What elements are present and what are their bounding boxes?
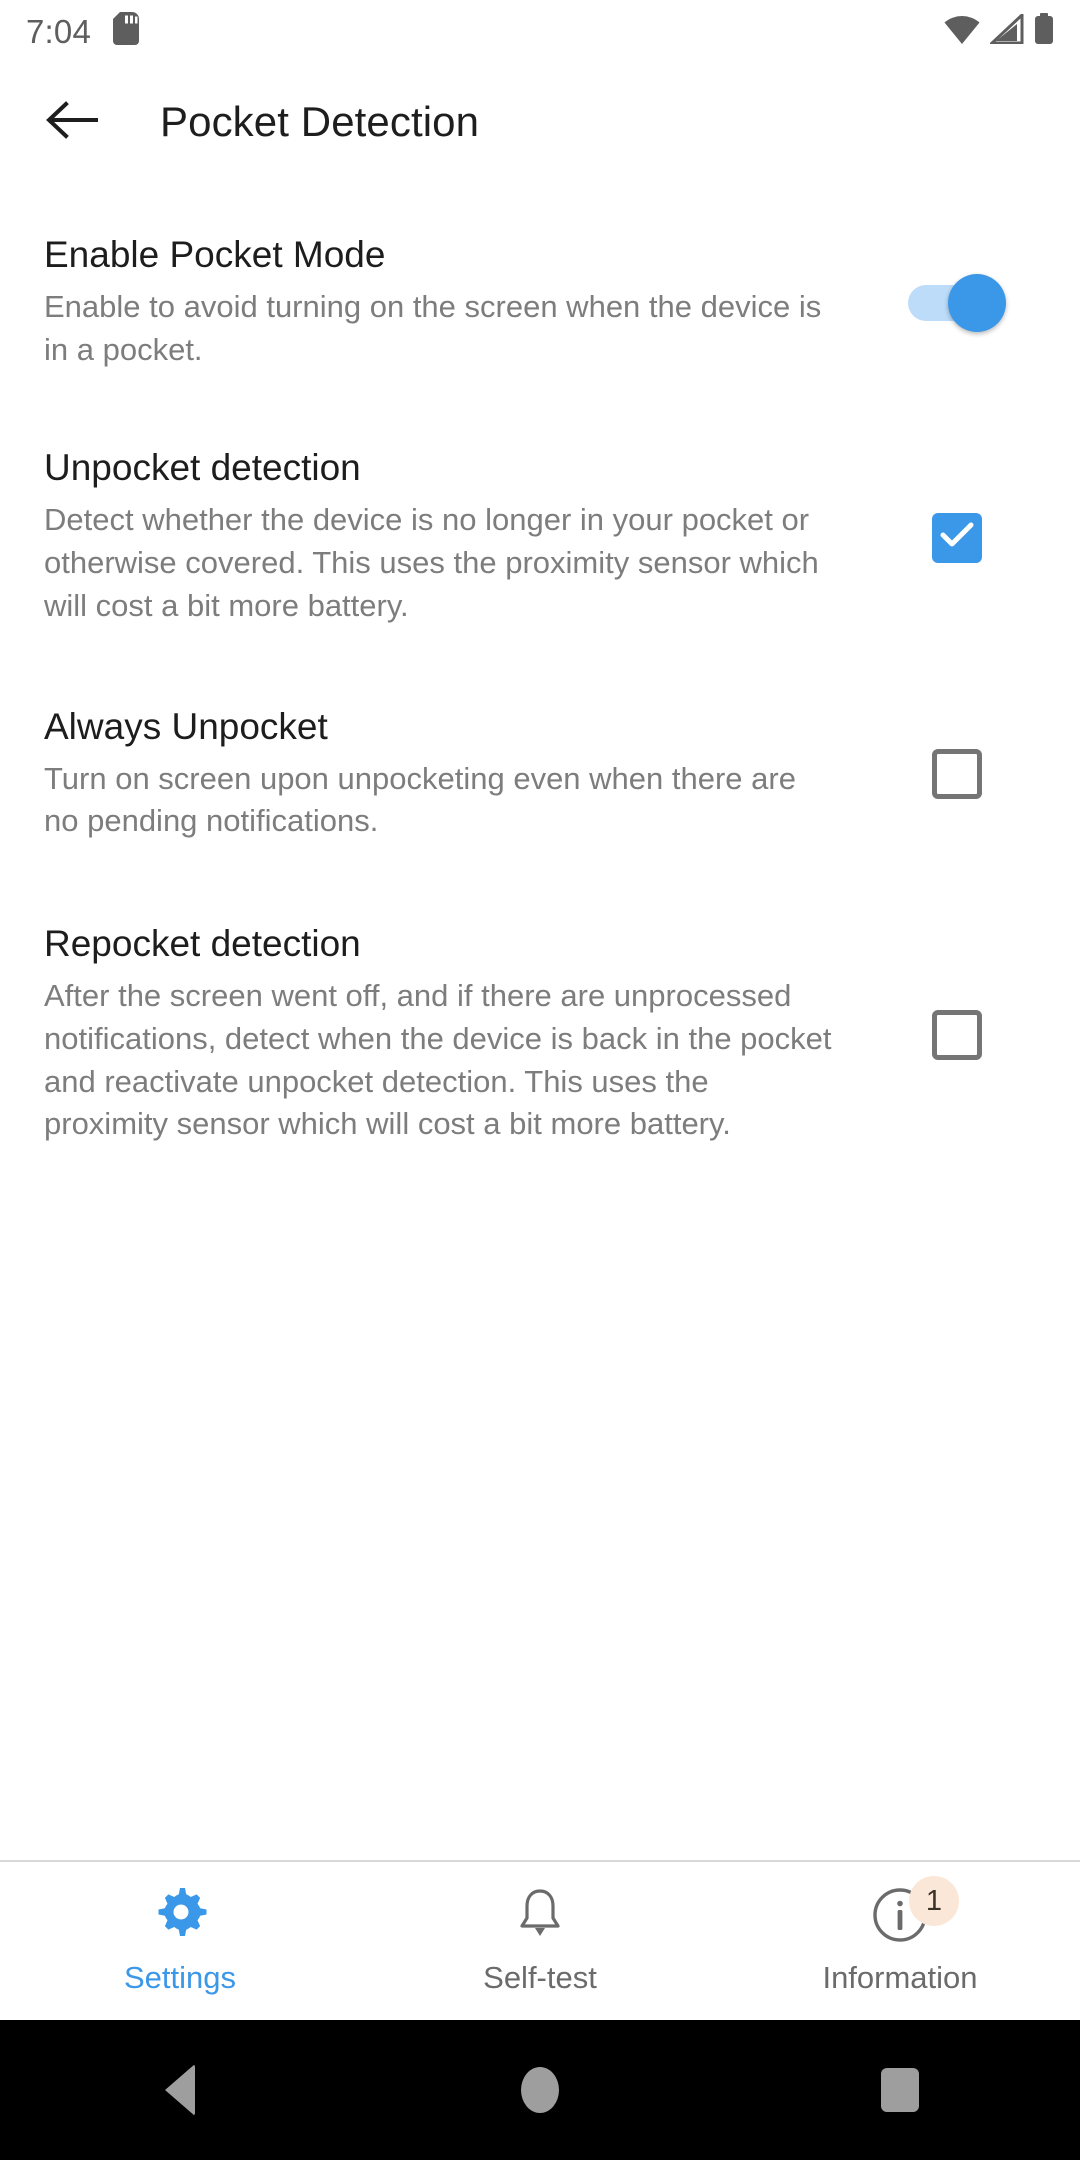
preference-control [872,1009,1042,1060]
nav-label-settings: Settings [123,1960,236,1995]
nav-label-self-test: Self-test [483,1960,597,1995]
preference-text: Unpocket detection Detect whether the de… [44,447,872,627]
preference-summary: Enable to avoid turning on the screen wh… [44,288,822,367]
preference-row-unpocket-detection[interactable]: Unpocket detection Detect whether the de… [0,447,1080,627]
nav-icon-wrap: 1 [865,1876,959,1948]
preference-text: Enable Pocket Mode Enable to avoid turni… [44,234,872,371]
nav-item-self-test[interactable]: Self-test [360,1862,720,2020]
nav-icon-wrap [145,1886,215,1948]
preference-title: Enable Pocket Mode [44,234,386,275]
always-unpocket-checkbox[interactable] [932,749,982,800]
page-title: Pocket Detection [160,98,480,145]
android-system-navigation-bar [0,2020,1080,2160]
cellular-signal-icon [988,11,1024,49]
status-bar-right [944,11,1054,50]
bell-icon [517,1887,563,1948]
preferences-list: Enable Pocket Mode Enable to avoid turni… [0,182,1080,1146]
nav-item-settings[interactable]: Settings [0,1862,360,2020]
preference-text: Always Unpocket Turn on screen upon unpo… [44,706,872,843]
information-badge: 1 [909,1876,959,1926]
nav-item-information[interactable]: 1 Information [720,1862,1080,2020]
preference-control [872,272,1042,334]
repocket-detection-checkbox[interactable] [932,1009,982,1060]
preference-control [872,512,1042,563]
status-bar-clock: 7:04 [26,12,92,50]
gear-icon [153,1887,207,1947]
status-bar: 7:04 [0,0,1080,62]
enable-pocket-mode-switch[interactable] [908,272,1006,334]
back-button[interactable] [40,90,104,154]
app-bar: Pocket Detection [0,62,1080,182]
bottom-navigation-bar: Settings Self-test 1 Information [0,1860,1080,2020]
preference-row-repocket-detection[interactable]: Repocket detection After the screen went… [0,923,1080,1146]
sd-card-icon [113,12,140,50]
home-circle-icon [521,2067,559,2113]
recents-square-icon [881,2068,919,2112]
preference-title: Repocket detection [44,923,361,965]
status-bar-left: 7:04 [26,12,140,50]
wifi-icon [944,14,980,49]
preference-control [872,749,1042,800]
preference-summary: After the screen went off, and if there … [44,977,832,1142]
back-triangle-icon [165,2064,195,2116]
preference-title: Always Unpocket [44,705,328,747]
switch-thumb [948,273,1006,332]
preference-text: Repocket detection After the screen went… [44,923,872,1146]
preference-row-always-unpocket[interactable]: Always Unpocket Turn on screen upon unpo… [0,706,1080,843]
system-back-button[interactable] [120,2040,240,2140]
nav-label-information: Information [822,1960,978,1995]
system-home-button[interactable] [480,2040,600,2140]
checkmark-icon [940,522,974,553]
battery-icon [1034,12,1054,50]
system-recents-button[interactable] [840,2040,960,2140]
preference-title: Unpocket detection [44,447,361,489]
preference-summary: Detect whether the device is no longer i… [44,502,819,623]
preference-summary: Turn on screen upon unpocketing even whe… [44,760,796,839]
unpocket-detection-checkbox[interactable] [932,512,982,563]
back-arrow-icon [46,100,98,145]
nav-icon-wrap [505,1886,575,1948]
preference-row-enable-pocket-mode[interactable]: Enable Pocket Mode Enable to avoid turni… [0,234,1080,371]
